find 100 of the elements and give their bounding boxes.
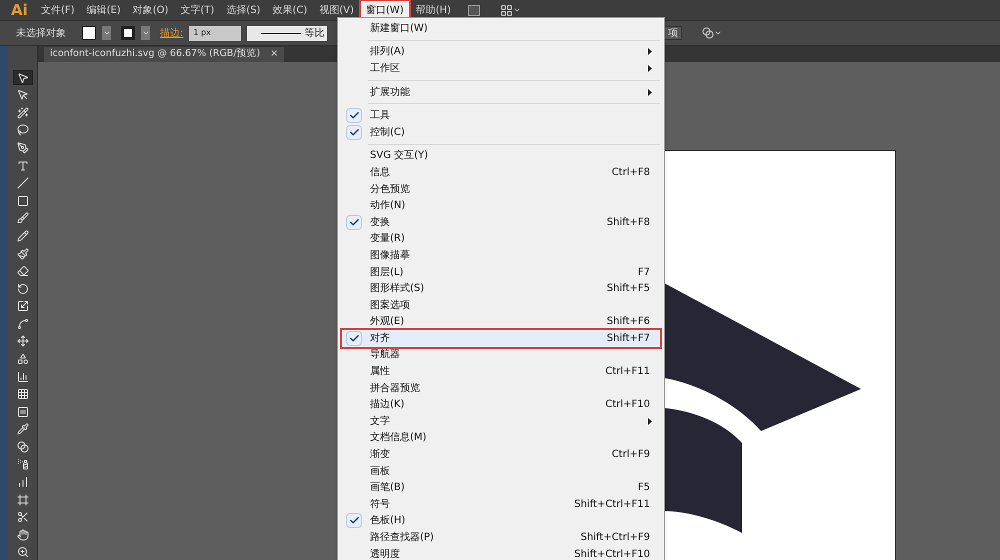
menu-item[interactable]: 外观(E) Shift+F6: [342, 314, 660, 330]
menu-title[interactable]: 帮助(H): [410, 0, 456, 20]
shortcut-text: Shift+F5: [606, 282, 650, 296]
menu-label: 对齐: [370, 332, 390, 346]
stroke-swatch[interactable]: [121, 26, 135, 40]
menu-item[interactable]: 新建窗口(W): [342, 20, 660, 37]
stroke-profile-field[interactable]: 等比: [247, 26, 328, 40]
stroke-label[interactable]: 描边:: [160, 26, 184, 40]
menu-item[interactable]: 描边(K) Ctrl+F10: [342, 396, 660, 414]
menu-label: 控制(C): [370, 126, 405, 140]
menu-item[interactable]: 导航器: [342, 346, 660, 364]
menu-item[interactable]: 图层(L) F7: [342, 264, 660, 280]
menu-label: SVG 交互(Y): [370, 148, 428, 164]
shortcut-text: Shift+F8: [606, 216, 650, 230]
menu-title[interactable]: 编辑(E): [82, 0, 126, 20]
menu-label: 排列(A): [370, 44, 405, 60]
menu-item[interactable]: 图形样式(S) Shift+F5: [342, 280, 660, 297]
checkmark-icon: [346, 124, 362, 140]
menu-item[interactable]: 图像描摹: [342, 247, 660, 264]
shortcut-text: Ctrl+F10: [605, 398, 650, 412]
menu-label: 图层(L): [370, 266, 404, 280]
menu-label: 符号: [370, 498, 390, 512]
checkmark-icon: [346, 330, 362, 346]
shortcut-text: Ctrl+F11: [605, 365, 650, 380]
menu-item[interactable]: 属性 Ctrl+F11: [342, 363, 660, 380]
menu-label: 导航器: [370, 348, 400, 362]
menu-item[interactable]: 符号 Shift+Ctrl+F11: [342, 496, 660, 513]
menu-label: 图像描摹: [370, 248, 410, 263]
menu-item[interactable]: 画笔(B) F5: [342, 479, 660, 496]
menu-label: 图案选项: [370, 298, 410, 313]
shortcut-text: F7: [638, 266, 650, 280]
shortcut-text: Shift+F6: [606, 315, 650, 330]
selection-status: 未选择对象: [16, 26, 66, 40]
menu-item[interactable]: 工具: [342, 107, 660, 124]
menu-item[interactable]: 文档信息(M): [342, 430, 660, 446]
menu-label: 新建窗口(W): [370, 22, 428, 36]
shortcut-text: Shift+Ctrl+F9: [580, 531, 650, 546]
menu-item[interactable]: SVG 交互(Y): [342, 148, 660, 164]
menu-item[interactable]: 画板: [342, 462, 660, 480]
shortcut-text: Ctrl+F8: [612, 166, 650, 180]
menu-label: 画笔(B): [370, 481, 405, 496]
menu-label: 路径查找器(P): [370, 530, 434, 546]
menu-item[interactable]: 控制(C): [342, 124, 660, 141]
shortcut-text: Shift+Ctrl+F10: [574, 548, 650, 560]
menu-label: 扩展功能: [370, 86, 410, 100]
menu-label: 画板: [370, 464, 390, 479]
menu-label: 外观(E): [370, 315, 404, 330]
menu-label: 描边(K): [370, 398, 404, 412]
menu-item[interactable]: 扩展功能: [342, 84, 660, 100]
submenu-arrow-icon: [648, 88, 652, 96]
checkmark-icon: [346, 214, 362, 230]
shortcut-text: Shift+F7: [606, 332, 650, 346]
checkmark-icon: [346, 513, 362, 528]
menu-item[interactable]: 路径查找器(P) Shift+Ctrl+F9: [342, 529, 660, 546]
menu-label: 工作区: [370, 62, 400, 76]
menu-item[interactable]: 排列(A): [342, 44, 660, 60]
shortcut-text: F5: [638, 481, 650, 496]
menu-label: 拼合器预览: [370, 382, 420, 396]
menu-label: 动作(N): [370, 199, 406, 214]
arrange-documents-icon[interactable]: [500, 4, 521, 16]
menu-item[interactable]: 渐变 Ctrl+F9: [342, 446, 660, 463]
close-icon[interactable]: ×: [270, 47, 278, 62]
menu-label: 变量(R): [370, 232, 405, 246]
menu-label: 文档信息(M): [370, 430, 426, 446]
menu-item[interactable]: 文字: [342, 413, 660, 430]
menu-title[interactable]: 选择(S): [221, 0, 266, 20]
menu-label: 工具: [370, 109, 390, 124]
fill-swatch[interactable]: [82, 26, 96, 40]
menu-item[interactable]: 变换 Shift+F8: [342, 214, 660, 231]
menu-title[interactable]: 视图(V): [314, 0, 359, 20]
menu-label: 文字: [370, 414, 390, 429]
menu-title[interactable]: 文字(T): [175, 0, 220, 20]
menu-item[interactable]: 色板(H): [342, 512, 660, 530]
menu-item[interactable]: 图案选项: [342, 296, 660, 314]
menu-label: 色板(H): [370, 514, 406, 528]
submenu-arrow-icon: [648, 418, 652, 425]
submenu-arrow-icon: [648, 48, 652, 56]
menu-label: 属性: [370, 364, 390, 380]
menu-item[interactable]: 工作区: [342, 60, 660, 77]
menu-item[interactable]: 信息 Ctrl+F8: [342, 164, 660, 181]
document-tab[interactable]: iconfont-iconfuzhi.svg @ 66.67% (RGB/预览) ×: [44, 47, 284, 62]
menu-title[interactable]: 文件(F): [36, 0, 80, 20]
menu-title[interactable]: 对象(O): [128, 0, 174, 20]
menu-title[interactable]: 效果(C): [267, 0, 312, 20]
menu-item[interactable]: 透明度 Shift+Ctrl+F10: [342, 546, 660, 560]
menu-label: 渐变: [370, 448, 390, 462]
menu-label: 透明度: [370, 548, 400, 560]
shortcut-text: Ctrl+F9: [612, 448, 650, 462]
menu-item[interactable]: 拼合器预览: [342, 380, 660, 396]
document-title: iconfont-iconfuzhi.svg @ 66.67% (RGB/预览): [50, 47, 260, 62]
menu-label: 变换: [370, 216, 390, 230]
menu-item[interactable]: 变量(R): [342, 230, 660, 248]
menu-item[interactable]: 分色预览: [342, 180, 660, 198]
shortcut-text: Shift+Ctrl+F11: [574, 498, 650, 512]
menu-label: 信息: [370, 166, 390, 180]
menu-item[interactable]: 动作(N): [342, 197, 660, 214]
menu-item[interactable]: 对齐 Shift+F7: [342, 330, 660, 347]
menu-label: 图形样式(S): [370, 282, 424, 296]
options-button[interactable]: 项: [664, 26, 682, 40]
stroke-weight-field[interactable]: 1 px: [189, 26, 242, 40]
